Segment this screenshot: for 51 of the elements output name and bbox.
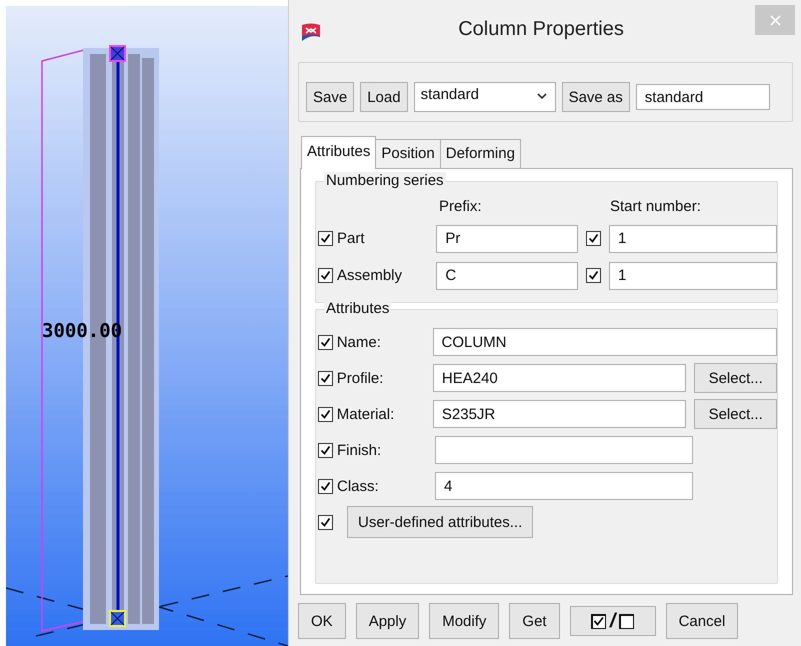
checkbox[interactable] bbox=[318, 514, 333, 530]
save-as-field[interactable]: standard bbox=[636, 84, 770, 110]
empty-box-icon bbox=[619, 614, 634, 628]
group-title: Numbering series bbox=[324, 172, 446, 189]
column-header: Prefix: bbox=[439, 198, 482, 215]
dialog-button[interactable]: Modify bbox=[429, 603, 500, 639]
field-label: Assembly bbox=[337, 267, 402, 284]
checkbox[interactable] bbox=[586, 231, 601, 246]
checkbox[interactable] bbox=[318, 231, 333, 246]
checkbox[interactable] bbox=[318, 370, 333, 386]
window-title: Column Properties bbox=[457, 18, 625, 40]
checkbox[interactable] bbox=[318, 478, 333, 494]
chevron-down-icon bbox=[536, 93, 547, 100]
checkbox[interactable] bbox=[318, 268, 333, 283]
attribute-set-dropdown[interactable]: standard bbox=[414, 82, 556, 112]
checked-box-icon bbox=[590, 614, 606, 628]
user-defined-attributes-button[interactable]: User-defined attributes... bbox=[347, 506, 534, 538]
text-field[interactable] bbox=[435, 436, 693, 464]
dialog-button[interactable]: Cancel bbox=[666, 603, 738, 639]
save-as-button[interactable]: Save as bbox=[562, 82, 630, 112]
dialog-button[interactable]: Apply bbox=[356, 603, 420, 639]
field-label: Class: bbox=[337, 478, 380, 494]
field-label: Name: bbox=[336, 334, 382, 350]
text-field[interactable]: COLUMN bbox=[432, 328, 777, 356]
save-button[interactable]: Save bbox=[306, 82, 354, 112]
tab[interactable]: Deforming bbox=[440, 139, 521, 168]
text-field[interactable]: S235JR bbox=[432, 400, 686, 428]
text-field[interactable]: HEA240 bbox=[432, 364, 686, 392]
tab[interactable]: Attributes bbox=[301, 136, 376, 169]
prefix-field[interactable]: C bbox=[436, 262, 578, 290]
field-label: Material: bbox=[336, 406, 396, 422]
checkbox[interactable] bbox=[318, 334, 333, 350]
text-field[interactable]: 4 bbox=[435, 472, 693, 500]
field-label: Finish: bbox=[337, 442, 382, 458]
select-button[interactable]: Select... bbox=[694, 399, 777, 429]
checkbox[interactable] bbox=[318, 442, 333, 458]
dialog-button[interactable]: Get bbox=[509, 603, 560, 639]
field-label: Part bbox=[337, 230, 365, 247]
field-label: Profile: bbox=[336, 370, 384, 386]
checkbox[interactable] bbox=[318, 406, 333, 422]
prefix-field[interactable]: Pr bbox=[436, 224, 578, 252]
toggle-all-button[interactable]: / bbox=[570, 606, 656, 636]
dialog-button[interactable]: OK bbox=[298, 603, 346, 639]
load-button[interactable]: Load bbox=[360, 82, 408, 112]
start-number-field[interactable]: 1 bbox=[609, 262, 777, 290]
app-logo-icon bbox=[301, 22, 321, 42]
checkbox[interactable] bbox=[586, 268, 601, 283]
select-button[interactable]: Select... bbox=[694, 363, 777, 393]
column-header: Start number: bbox=[610, 198, 701, 215]
close-icon bbox=[770, 14, 780, 26]
start-number-field[interactable]: 1 bbox=[609, 224, 777, 252]
